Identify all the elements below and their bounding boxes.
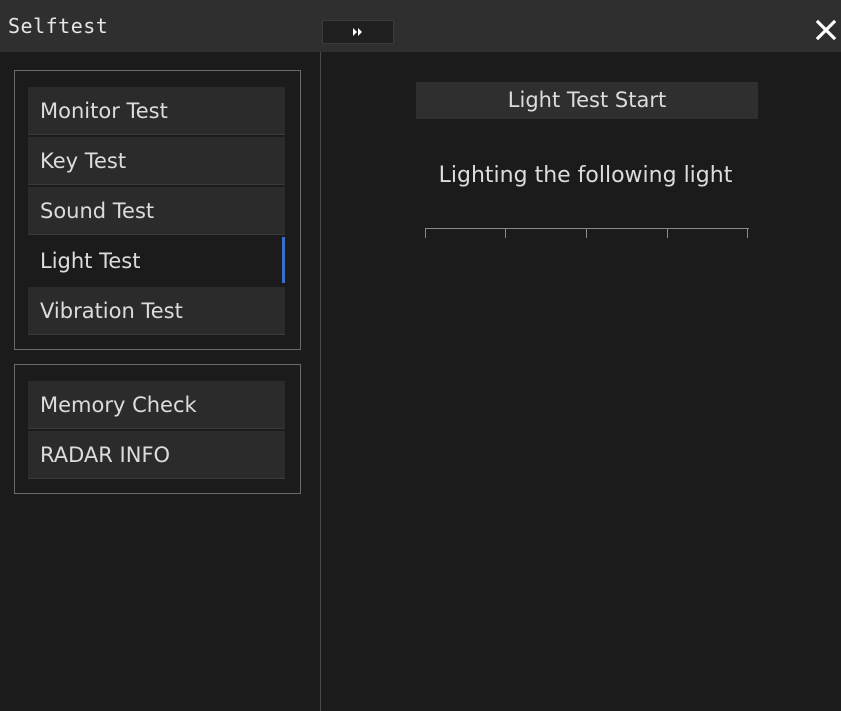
expand-button[interactable]	[322, 20, 394, 44]
window-title: Selftest	[8, 14, 109, 38]
light-test-button[interactable]: Light Test	[28, 237, 285, 285]
sound-test-button[interactable]: Sound Test	[28, 187, 285, 235]
vibration-test-button[interactable]: Vibration Test	[28, 287, 285, 335]
lighting-status-text: Lighting the following light	[438, 163, 733, 188]
monitor-test-button[interactable]: Monitor Test	[28, 87, 285, 135]
close-button[interactable]	[812, 16, 840, 44]
active-indicator	[282, 237, 285, 283]
light-indicator-bar	[425, 228, 749, 238]
memory-check-button[interactable]: Memory Check	[28, 381, 285, 429]
indicator-tick	[586, 229, 587, 238]
radar-info-button[interactable]: RADAR INFO	[28, 431, 285, 479]
indicator-tick	[425, 229, 426, 238]
panel-divider	[320, 52, 321, 711]
double-right-arrow-icon	[353, 28, 362, 36]
close-icon	[815, 19, 837, 41]
selftest-window: Selftest Monitor Test Key Test Sound Tes…	[0, 0, 841, 711]
indicator-tick	[667, 229, 668, 238]
light-test-start-button[interactable]: Light Test Start	[416, 82, 758, 119]
indicator-tick	[747, 229, 748, 238]
key-test-button[interactable]: Key Test	[28, 137, 285, 185]
indicator-tick	[505, 229, 506, 238]
title-bar: Selftest	[0, 0, 841, 52]
